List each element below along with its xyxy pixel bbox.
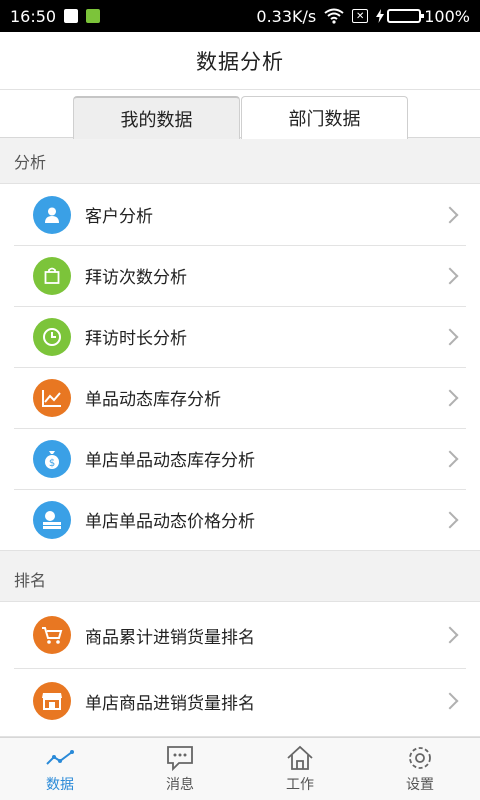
- list-item-label: 单店商品进销货量排名: [85, 693, 255, 714]
- chevron-right-icon: [441, 626, 459, 644]
- home-icon: [287, 745, 313, 770]
- section-header-analysis: 分析: [0, 139, 480, 183]
- notification-app-icon: [86, 9, 101, 23]
- svg-text:$: $: [49, 458, 55, 469]
- nav-messages[interactable]: 消息: [120, 738, 240, 800]
- page-title: 数据分析: [196, 49, 284, 74]
- gear-icon: [409, 747, 431, 769]
- no-sim-icon: ✕: [352, 9, 369, 23]
- person-icon: [33, 195, 71, 234]
- section-header-ranking: 排名: [0, 557, 480, 601]
- nav-label: 消息: [166, 777, 194, 793]
- clock-icon: [33, 317, 71, 356]
- list-item-label: 客户分析: [85, 207, 153, 227]
- list-item-visit-count-analysis[interactable]: 拜访次数分析: [0, 245, 480, 306]
- line-chart-icon: [33, 378, 71, 417]
- chat-icon: [167, 746, 193, 772]
- nav-data[interactable]: 数据: [0, 738, 120, 800]
- list-item-store-sku-inventory-analysis[interactable]: $ 单店单品动态库存分析: [0, 428, 480, 489]
- bottom-navigation: 数据 消息 工作 设置: [0, 737, 480, 800]
- chevron-right-icon: [441, 328, 459, 345]
- battery-percent: 100%: [424, 6, 470, 26]
- chevron-right-icon: [441, 206, 459, 223]
- chevron-right-icon: [441, 511, 459, 528]
- list-item-label: 单品动态库存分析: [85, 390, 221, 410]
- list-item-label: 商品累计进销货量排名: [85, 627, 255, 648]
- battery-indicator: 100%: [376, 7, 470, 26]
- tab-my-data[interactable]: 我的数据: [73, 96, 240, 139]
- coins-icon: [33, 500, 71, 539]
- list-item-label: 拜访时长分析: [85, 329, 187, 349]
- list-item-label: 单店单品动态价格分析: [85, 512, 255, 532]
- list-item-label: 拜访次数分析: [85, 268, 187, 288]
- sim-icon: [64, 9, 79, 23]
- nav-label: 工作: [286, 777, 314, 793]
- money-bag-icon: $: [33, 439, 71, 478]
- chevron-right-icon: [441, 692, 459, 710]
- nav-label: 数据: [46, 777, 74, 793]
- nav-settings[interactable]: 设置: [360, 738, 480, 800]
- status-bar: 16:50 0.33K/s ✕ 100%: [0, 0, 480, 32]
- tab-department-data[interactable]: 部门数据: [241, 96, 408, 139]
- list-item-label: 单店单品动态库存分析: [85, 451, 255, 471]
- nav-label: 设置: [406, 777, 434, 793]
- bag-icon: [33, 256, 71, 295]
- trend-icon: [46, 750, 74, 765]
- chevron-right-icon: [441, 267, 459, 284]
- chevron-right-icon: [441, 389, 459, 406]
- analysis-list: 客户分析 拜访次数分析 拜访时长分析 单品动态库存分析 $ 单店单品动态库存分析: [0, 183, 480, 551]
- list-item-sku-inventory-analysis[interactable]: 单品动态库存分析: [0, 367, 480, 428]
- list-item-customer-analysis[interactable]: 客户分析: [0, 184, 480, 245]
- network-speed: 0.33K/s: [256, 6, 317, 26]
- list-item-store-product-ranking[interactable]: 单店商品进销货量排名: [0, 668, 480, 734]
- cart-icon: [33, 616, 71, 654]
- store-icon: [33, 682, 71, 720]
- charging-icon: [376, 9, 385, 23]
- nav-work[interactable]: 工作: [240, 738, 360, 800]
- ranking-list: 商品累计进销货量排名 单店商品进销货量排名: [0, 601, 480, 737]
- wifi-icon: [324, 8, 344, 24]
- status-time: 16:50: [10, 6, 57, 26]
- data-scope-tabs: 我的数据 部门数据: [0, 90, 480, 139]
- battery-icon: [387, 9, 425, 23]
- list-item-store-sku-price-analysis[interactable]: 单店单品动态价格分析: [0, 489, 480, 550]
- list-item-product-cumulative-ranking[interactable]: 商品累计进销货量排名: [0, 602, 480, 668]
- app-header: 数据分析: [0, 32, 480, 90]
- list-item-visit-duration-analysis[interactable]: 拜访时长分析: [0, 306, 480, 367]
- chevron-right-icon: [441, 450, 459, 467]
